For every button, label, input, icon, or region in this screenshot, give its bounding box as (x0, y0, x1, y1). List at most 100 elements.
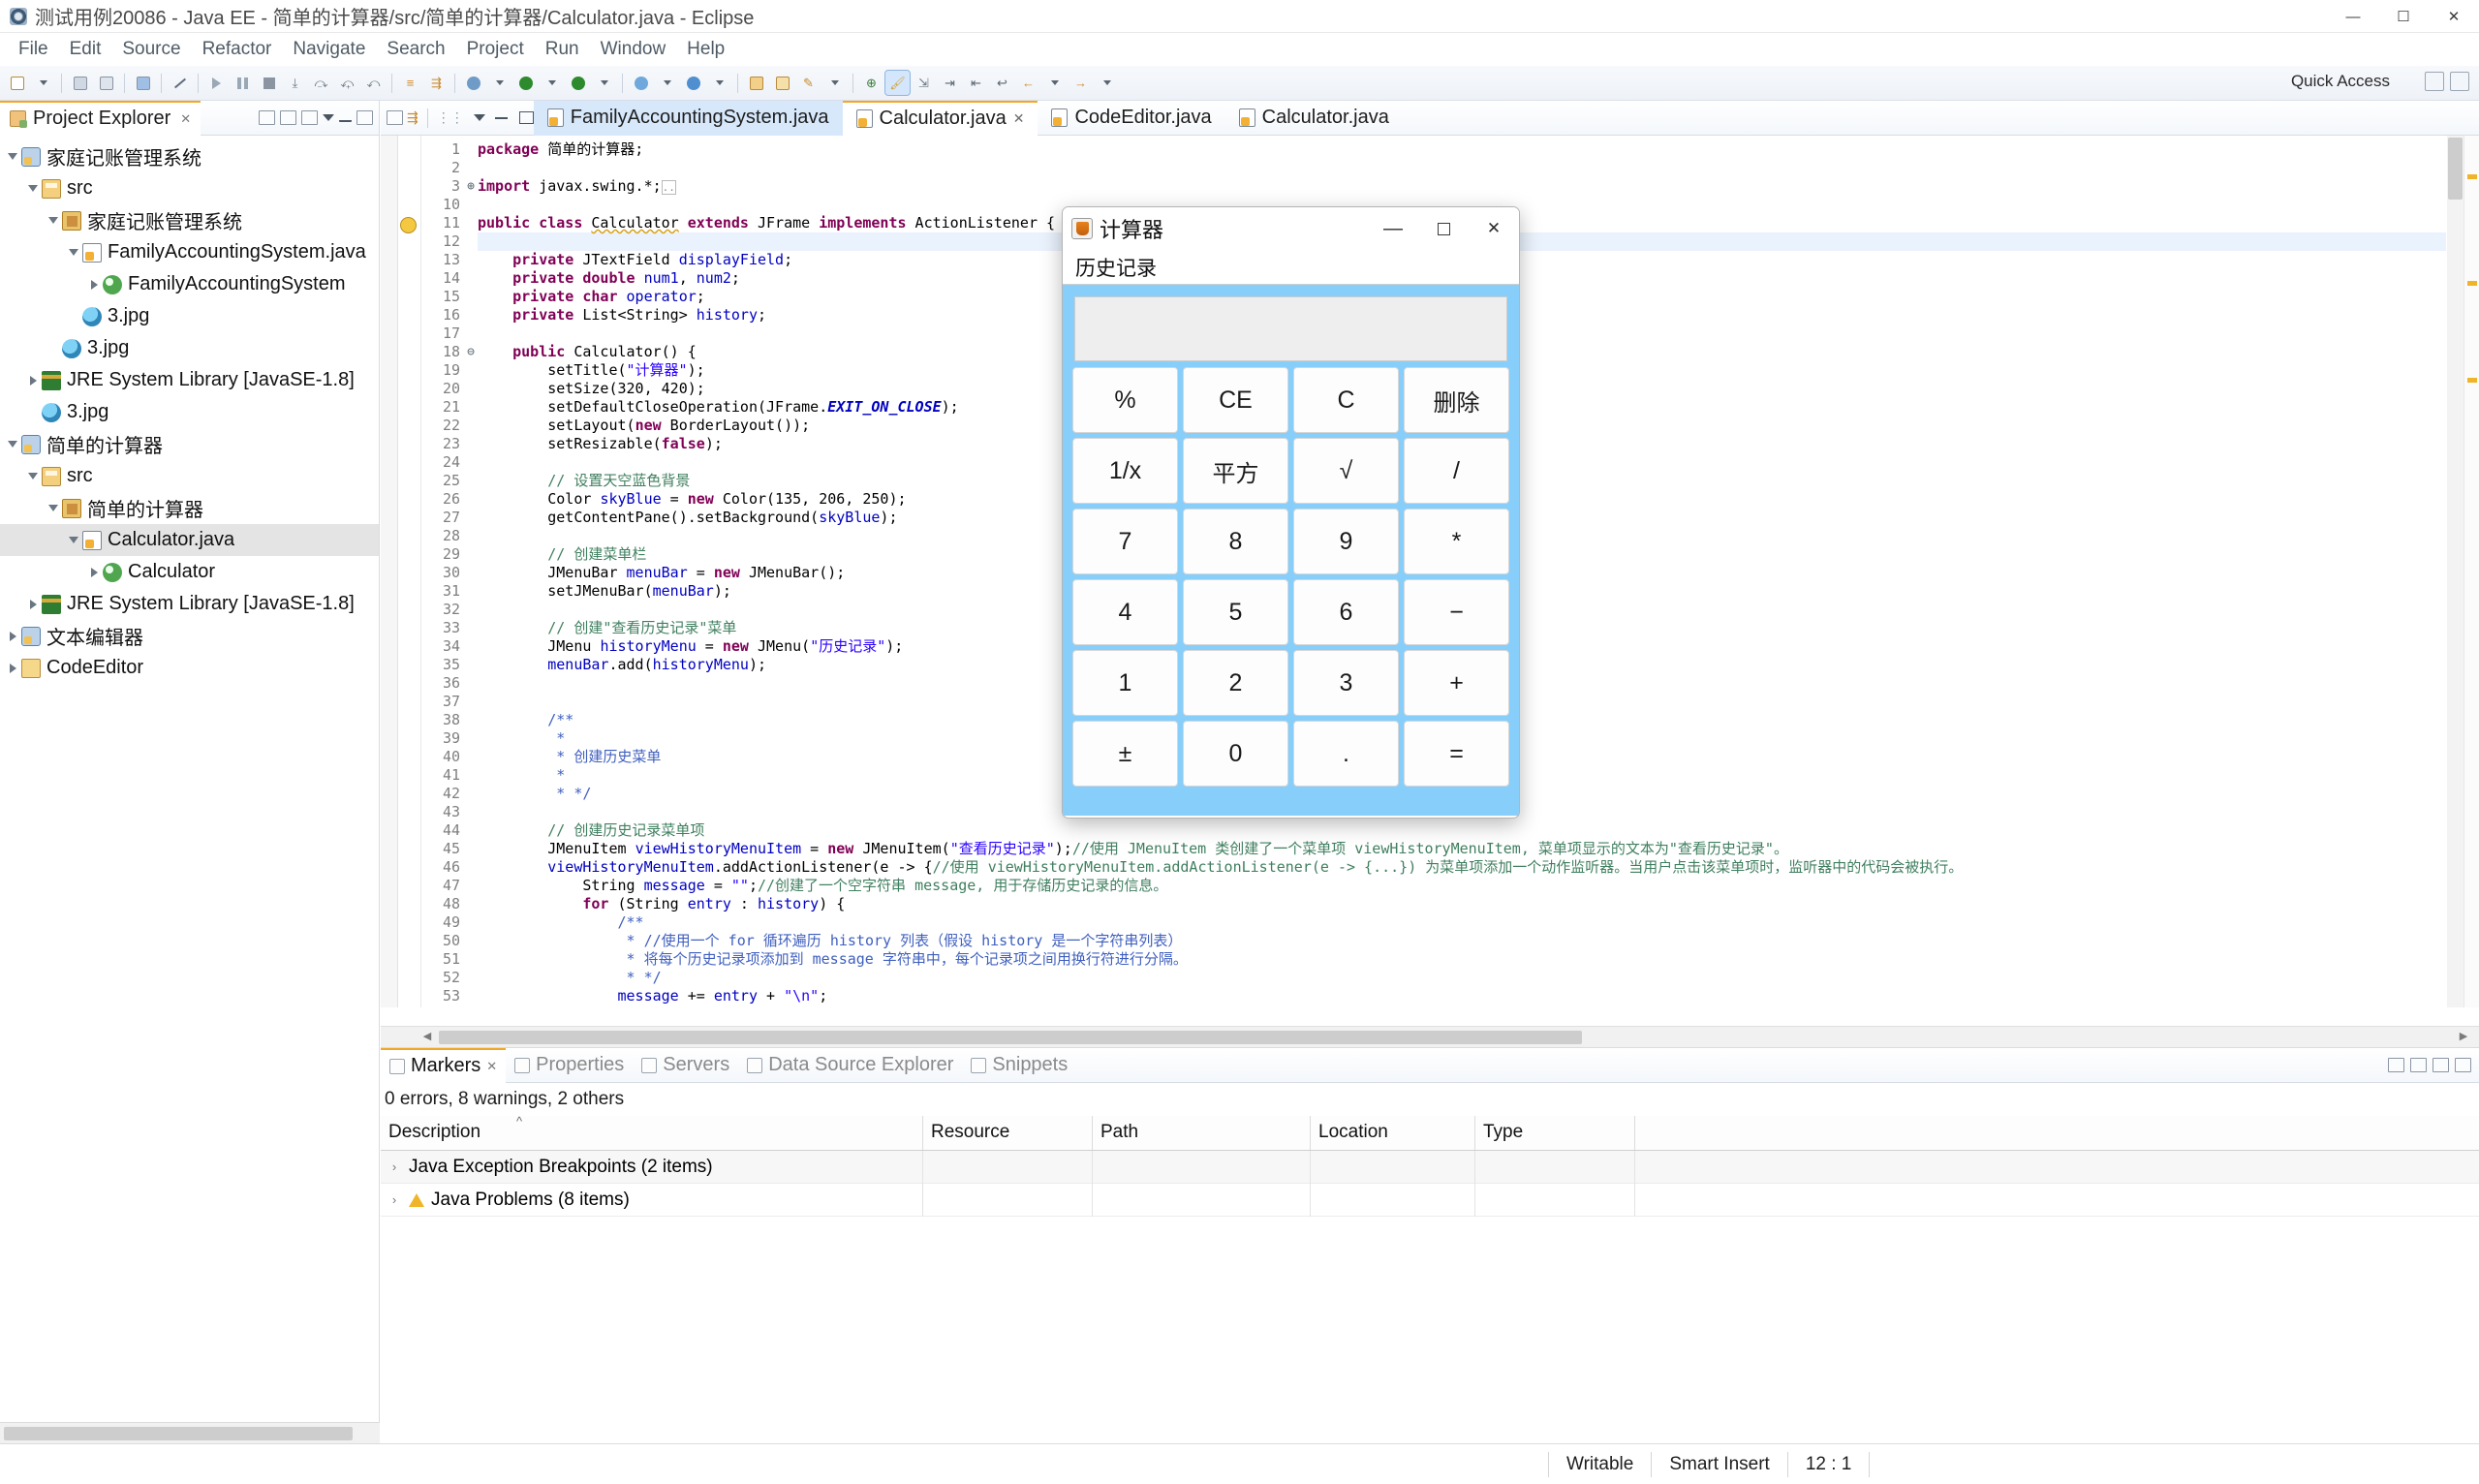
scroll-left-icon[interactable]: ◀ (419, 1030, 435, 1045)
scrollbar-thumb[interactable] (439, 1031, 1582, 1044)
chevron-down-icon[interactable] (473, 114, 485, 121)
window-maximize-button[interactable]: ☐ (2378, 0, 2429, 33)
calculator-key[interactable]: 平方 (1183, 438, 1288, 504)
table-row[interactable]: › Java Problems (8 items) (381, 1183, 2479, 1217)
tab-project-explorer[interactable]: Project Explorer ✕ (0, 100, 201, 136)
menu-navigate[interactable]: Navigate (282, 37, 376, 62)
forward-dropdown-icon[interactable] (1095, 71, 1119, 95)
back-icon[interactable]: ← (1016, 71, 1040, 95)
maximize-view-icon[interactable] (2455, 1058, 2471, 1072)
save-icon[interactable] (68, 71, 92, 95)
tree-item[interactable]: CodeEditor (0, 652, 379, 684)
chevron-down-icon[interactable] (45, 217, 62, 224)
skip-breakpoints-icon[interactable]: ≡ (398, 71, 422, 95)
calculator-key[interactable]: 8 (1183, 509, 1288, 574)
annotation-dropdown-icon[interactable] (822, 71, 847, 95)
tree-item[interactable]: 3.jpg (0, 300, 379, 332)
code-line[interactable]: * */ (478, 969, 2446, 987)
calculator-display[interactable] (1074, 296, 1507, 361)
step-over-icon[interactable]: ⤼ (309, 71, 333, 95)
calculator-minimize-button[interactable]: — (1368, 207, 1418, 250)
debug-icon[interactable] (461, 71, 485, 95)
tree-item[interactable]: FamilyAccountingSystem (0, 268, 379, 300)
suspend-icon[interactable] (231, 71, 255, 95)
calculator-key[interactable]: 0 (1183, 721, 1288, 787)
link-icon[interactable]: ⇲ (912, 71, 936, 95)
clear-icon[interactable] (168, 71, 192, 95)
code-line[interactable]: // 创建历史记录菜单项 (478, 821, 2446, 840)
calculator-key[interactable]: 3 (1293, 650, 1399, 716)
bottom-tab[interactable]: Servers (633, 1048, 738, 1083)
menu-file[interactable]: File (8, 37, 59, 62)
scroll-right-icon[interactable]: ▶ (2456, 1030, 2471, 1045)
chevron-right-icon[interactable]: › (387, 1192, 402, 1207)
minimize-view-icon[interactable] (2433, 1058, 2449, 1072)
close-icon[interactable]: ✕ (486, 1059, 497, 1074)
calculator-key[interactable]: . (1293, 721, 1399, 787)
last-edit-icon[interactable]: ↩ (990, 71, 1014, 95)
chevron-right-icon[interactable] (4, 631, 21, 641)
chevron-down-icon[interactable] (323, 114, 334, 121)
calculator-key[interactable]: 4 (1072, 579, 1178, 645)
calculator-key[interactable]: √ (1293, 438, 1399, 504)
view-menu-icon[interactable] (2388, 1058, 2404, 1072)
tree-item[interactable]: 家庭记账管理系统 (0, 204, 379, 236)
overview-marker[interactable] (2467, 378, 2477, 383)
chevron-down-icon[interactable] (2410, 1058, 2427, 1072)
next-annotation-icon[interactable]: ⇥ (938, 71, 962, 95)
collapse-all-icon[interactable] (259, 110, 275, 125)
code-line[interactable]: * //使用一个 for 循环遍历 history 列表（假设 history … (478, 932, 2446, 950)
tree-item[interactable]: 3.jpg (0, 332, 379, 364)
fold-marker[interactable]: ⊖ (464, 343, 478, 361)
run-dropdown-icon[interactable] (540, 71, 564, 95)
chevron-down-icon[interactable] (4, 153, 21, 160)
step-into-icon[interactable]: ⤓ (283, 71, 307, 95)
chevron-down-icon[interactable] (24, 185, 42, 192)
tree-item[interactable]: JRE System Library [JavaSE-1.8] (0, 364, 379, 396)
resume-icon[interactable] (204, 71, 229, 95)
annotation-icon[interactable]: ✎ (796, 71, 821, 95)
tree-item[interactable]: src (0, 172, 379, 204)
menu-source[interactable]: Source (111, 37, 191, 62)
previous-annotation-icon[interactable]: ⇤ (964, 71, 988, 95)
window-close-button[interactable]: ✕ (2429, 0, 2479, 33)
new-java-project-icon[interactable] (629, 71, 653, 95)
calculator-key[interactable]: C (1293, 367, 1399, 433)
fold-marker[interactable]: ⊕ (464, 177, 478, 196)
new-class-dropdown-icon[interactable] (707, 71, 731, 95)
editor-folding-column[interactable]: ⊕ ⊖ (464, 136, 478, 1007)
menu-refactor[interactable]: Refactor (192, 37, 283, 62)
maximize-view-icon[interactable] (356, 110, 373, 125)
calculator-key[interactable]: 5 (1183, 579, 1288, 645)
minimize-view-icon[interactable] (339, 113, 352, 122)
editor-hscrollbar[interactable]: ◀ ▶ (381, 1026, 2479, 1047)
chevron-down-icon[interactable] (65, 249, 82, 256)
view-menu-icon[interactable] (301, 110, 318, 125)
chevron-right-icon[interactable] (24, 599, 42, 609)
calculator-key[interactable]: 1/x (1072, 438, 1178, 504)
menu-run[interactable]: Run (535, 37, 590, 62)
overview-marker[interactable] (2467, 281, 2477, 286)
close-icon[interactable]: ✕ (1013, 110, 1025, 127)
window-minimize-button[interactable]: — (2328, 0, 2378, 33)
code-line[interactable]: import javax.swing.*;.. (478, 177, 2446, 196)
chevron-right-icon[interactable] (24, 375, 42, 386)
calculator-key[interactable]: CE (1183, 367, 1288, 433)
tree-item[interactable]: 3.jpg (0, 396, 379, 428)
open-perspective-icon[interactable] (744, 71, 768, 95)
code-line[interactable]: message += entry + "\n"; (478, 987, 2446, 1005)
column-header-location[interactable]: Location (1311, 1116, 1475, 1150)
project-explorer-hscrollbar[interactable] (0, 1422, 380, 1443)
editor-vscrollbar[interactable] (2447, 136, 2464, 1007)
editor-tab[interactable]: CodeEditor.java (1038, 101, 1224, 136)
menu-search[interactable]: Search (376, 37, 455, 62)
tree-item[interactable]: 文本编辑器 (0, 620, 379, 652)
calculator-key[interactable]: 2 (1183, 650, 1288, 716)
new-wizard-icon[interactable] (5, 71, 29, 95)
terminate-icon[interactable] (257, 71, 281, 95)
calculator-key[interactable]: 1 (1072, 650, 1178, 716)
scrollbar-thumb[interactable] (4, 1427, 353, 1440)
calculator-key[interactable]: * (1404, 509, 1509, 574)
calculator-close-button[interactable]: ✕ (1469, 207, 1519, 250)
menu-window[interactable]: Window (590, 37, 677, 62)
